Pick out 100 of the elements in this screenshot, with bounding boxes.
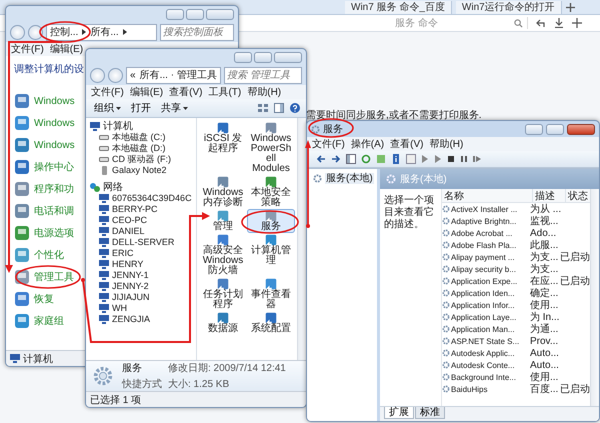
- browser-tab[interactable]: Win7运行命令的打开: [456, 0, 562, 14]
- settings-link[interactable]: Windows: [34, 140, 75, 150]
- service-description: 使用...: [530, 299, 560, 312]
- toolbar-button[interactable]: 打开: [129, 101, 153, 115]
- tree-item[interactable]: WH: [112, 303, 127, 314]
- tree-item[interactable]: DANIEL: [112, 226, 145, 237]
- search-field[interactable]: 搜索控制面板: [160, 24, 234, 40]
- service-description: 为通...: [530, 322, 560, 336]
- menu-item[interactable]: 编辑(E): [130, 85, 164, 99]
- menu-item[interactable]: 查看(V): [169, 85, 202, 99]
- service-name[interactable]: BaiduHips: [451, 384, 488, 394]
- browser-tab[interactable]: Win7 服务 命令_百度: [345, 0, 452, 14]
- menu-item[interactable]: 文件(F): [312, 137, 345, 151]
- breadcrumb-overflow[interactable]: «: [130, 70, 136, 80]
- status-text: 计算机: [23, 352, 53, 366]
- settings-link[interactable]: 电话和调: [34, 204, 74, 218]
- view-tab[interactable]: 扩展: [384, 407, 414, 419]
- menu-item[interactable]: 编辑(E): [50, 42, 84, 56]
- settings-link[interactable]: 程序和功: [34, 182, 74, 196]
- tree-item[interactable]: 本地磁盘 (C:): [112, 132, 166, 143]
- breadcrumb-item[interactable]: 所有...: [140, 68, 168, 82]
- shortcut-item[interactable]: 计算机管理: [247, 233, 295, 277]
- service-name[interactable]: Application Expe...: [451, 276, 518, 286]
- shortcut-item[interactable]: Windows PowerShell Modules: [247, 121, 295, 175]
- description-text: 选择一个项目来查看它的描述。: [384, 195, 434, 230]
- settings-link[interactable]: 电源选项: [34, 226, 74, 240]
- tree-item[interactable]: CEO-PC: [112, 215, 148, 226]
- service-name[interactable]: Application Iden...: [451, 288, 515, 298]
- shortcut-item[interactable]: Windows 内存诊断: [199, 175, 247, 209]
- settings-link[interactable]: 家庭组: [34, 314, 64, 328]
- menu-item[interactable]: 帮助(H): [247, 85, 282, 99]
- service-name[interactable]: Adaptive Brightn...: [451, 216, 516, 226]
- file-name: 服务: [122, 362, 143, 375]
- view-tab[interactable]: 标准: [415, 407, 445, 419]
- settings-link[interactable]: 恢复: [34, 292, 54, 306]
- service-description: Prov...: [530, 336, 560, 346]
- tree-item[interactable]: 本地磁盘 (D:): [112, 143, 166, 154]
- shortcut-item[interactable]: iSCSI 发起程序: [199, 121, 247, 175]
- address-bar[interactable]: « 所有... 管理工具: [126, 66, 221, 84]
- service-name[interactable]: Alipay security b...: [451, 264, 516, 274]
- settings-link[interactable]: 管理工具: [34, 270, 74, 284]
- service-name[interactable]: Application Man...: [451, 324, 515, 334]
- address-bar[interactable]: 控制... 所有...: [46, 24, 157, 40]
- settings-link[interactable]: Windows: [34, 118, 75, 128]
- toolbar-button[interactable]: 组织: [92, 101, 123, 115]
- tree-item[interactable]: CD 驱动器 (F:): [112, 154, 171, 165]
- service-description: 百度...: [530, 382, 560, 396]
- menu-item[interactable]: 帮助(H): [429, 137, 464, 151]
- menu-item[interactable]: 操作(A): [350, 137, 384, 151]
- service-status: 已启动: [560, 252, 590, 263]
- breadcrumb-item[interactable]: 所有...: [90, 25, 119, 39]
- service-name[interactable]: Background Inte...: [451, 372, 516, 382]
- settings-link[interactable]: 个性化: [34, 248, 64, 262]
- menu-item[interactable]: 文件(F): [91, 85, 124, 99]
- service-name[interactable]: Adobe Flash Pla...: [451, 240, 516, 250]
- tree-item[interactable]: 60765364C39D46C: [112, 193, 192, 204]
- tree-item[interactable]: ERIC: [112, 248, 134, 259]
- service-description: 使用...: [530, 371, 560, 384]
- service-name[interactable]: Alipay payment ...: [451, 252, 515, 262]
- shortcut-item[interactable]: 本地安全策略: [247, 175, 295, 209]
- tree-item[interactable]: Galaxy Note2: [112, 165, 167, 176]
- tree-item[interactable]: ZENGJIA: [112, 314, 150, 325]
- service-name[interactable]: Adobe Acrobat ...: [451, 228, 512, 238]
- service-name[interactable]: ASP.NET State S...: [451, 336, 520, 346]
- service-description: Auto...: [530, 348, 560, 358]
- tree-item[interactable]: JENNY-1: [112, 270, 149, 281]
- service-name[interactable]: Autodesk Conte...: [451, 360, 515, 370]
- shortcut-item[interactable]: 高级安全 Windows 防火墙: [199, 233, 247, 277]
- tree-item[interactable]: JIJIAJUN: [112, 292, 150, 303]
- search-field[interactable]: 搜索 管理工具: [224, 66, 302, 84]
- column-header[interactable]: 描述: [533, 189, 566, 202]
- shortcut-item[interactable]: 系统配置: [247, 311, 295, 335]
- shortcut-item[interactable]: 数据源: [199, 311, 247, 335]
- breadcrumb-item[interactable]: 管理工具: [177, 68, 217, 82]
- menu-item[interactable]: 文件(F): [11, 42, 44, 56]
- service-description: 为 In...: [530, 310, 560, 324]
- tree-item[interactable]: 计算机: [103, 121, 133, 132]
- service-name[interactable]: Application Infor...: [451, 300, 515, 310]
- menu-item[interactable]: 查看(V): [390, 137, 424, 151]
- shortcut-item[interactable]: 任务计划程序: [199, 277, 247, 311]
- tree-item[interactable]: HENRY: [112, 259, 144, 270]
- tree-item[interactable]: JENNY-2: [112, 281, 149, 292]
- settings-link[interactable]: 操作中心: [34, 160, 74, 174]
- tree-item[interactable]: 服务(本地): [325, 173, 374, 184]
- article-text: 需要时间同步服务,或者不需要打印服务.: [306, 110, 482, 121]
- service-name[interactable]: Application Laye...: [451, 312, 516, 322]
- shortcut-item[interactable]: 事件查看器: [247, 277, 295, 311]
- tree-item[interactable]: BERRY-PC: [112, 204, 158, 215]
- service-name[interactable]: ActiveX Installer ...: [451, 204, 518, 214]
- breadcrumb-item[interactable]: 控制...: [50, 25, 78, 39]
- window-title: 服务: [323, 123, 343, 136]
- tree-item[interactable]: 网络: [103, 182, 123, 193]
- toolbar-button[interactable]: 共享: [159, 101, 190, 115]
- column-header[interactable]: 名称: [442, 189, 533, 202]
- menu-item[interactable]: 工具(T): [208, 85, 242, 99]
- tree-item[interactable]: DELL-SERVER: [112, 237, 174, 248]
- shortcut-item[interactable]: 管理: [199, 209, 247, 233]
- settings-link[interactable]: Windows: [34, 96, 75, 106]
- service-name[interactable]: Autodesk Applic...: [451, 348, 515, 358]
- service-description: Auto...: [530, 360, 560, 370]
